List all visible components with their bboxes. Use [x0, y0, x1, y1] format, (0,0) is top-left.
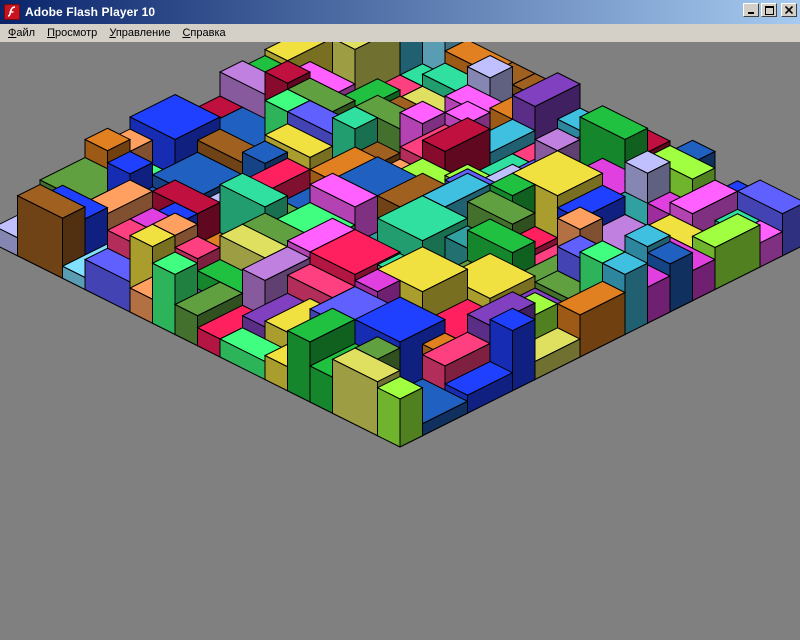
window-title: Adobe Flash Player 10 [25, 5, 156, 19]
flash-player-window: Adobe Flash Player 10 Файл Просмотр Упра… [0, 0, 800, 640]
maximize-button[interactable] [761, 3, 777, 17]
isometric-boxes-scene[interactable] [0, 42, 800, 640]
flash-player-icon[interactable] [4, 4, 20, 20]
minimize-icon [748, 12, 754, 14]
menu-control[interactable]: Управление [103, 25, 176, 41]
box-right-face [512, 318, 536, 392]
close-button[interactable] [781, 3, 797, 17]
close-icon [785, 6, 793, 14]
menu-bar: Файл Просмотр Управление Справка [0, 24, 800, 42]
minimize-button[interactable] [743, 3, 759, 17]
flash-stage[interactable] [0, 42, 800, 640]
menu-help[interactable]: Справка [176, 25, 231, 41]
box-left-face [152, 262, 176, 336]
menu-view[interactable]: Просмотр [41, 25, 103, 41]
menu-file[interactable]: Файл [2, 25, 41, 41]
box-right-face [624, 262, 648, 336]
maximize-icon [764, 5, 774, 15]
title-bar[interactable]: Adobe Flash Player 10 [0, 0, 800, 24]
box-left-face [287, 329, 311, 403]
